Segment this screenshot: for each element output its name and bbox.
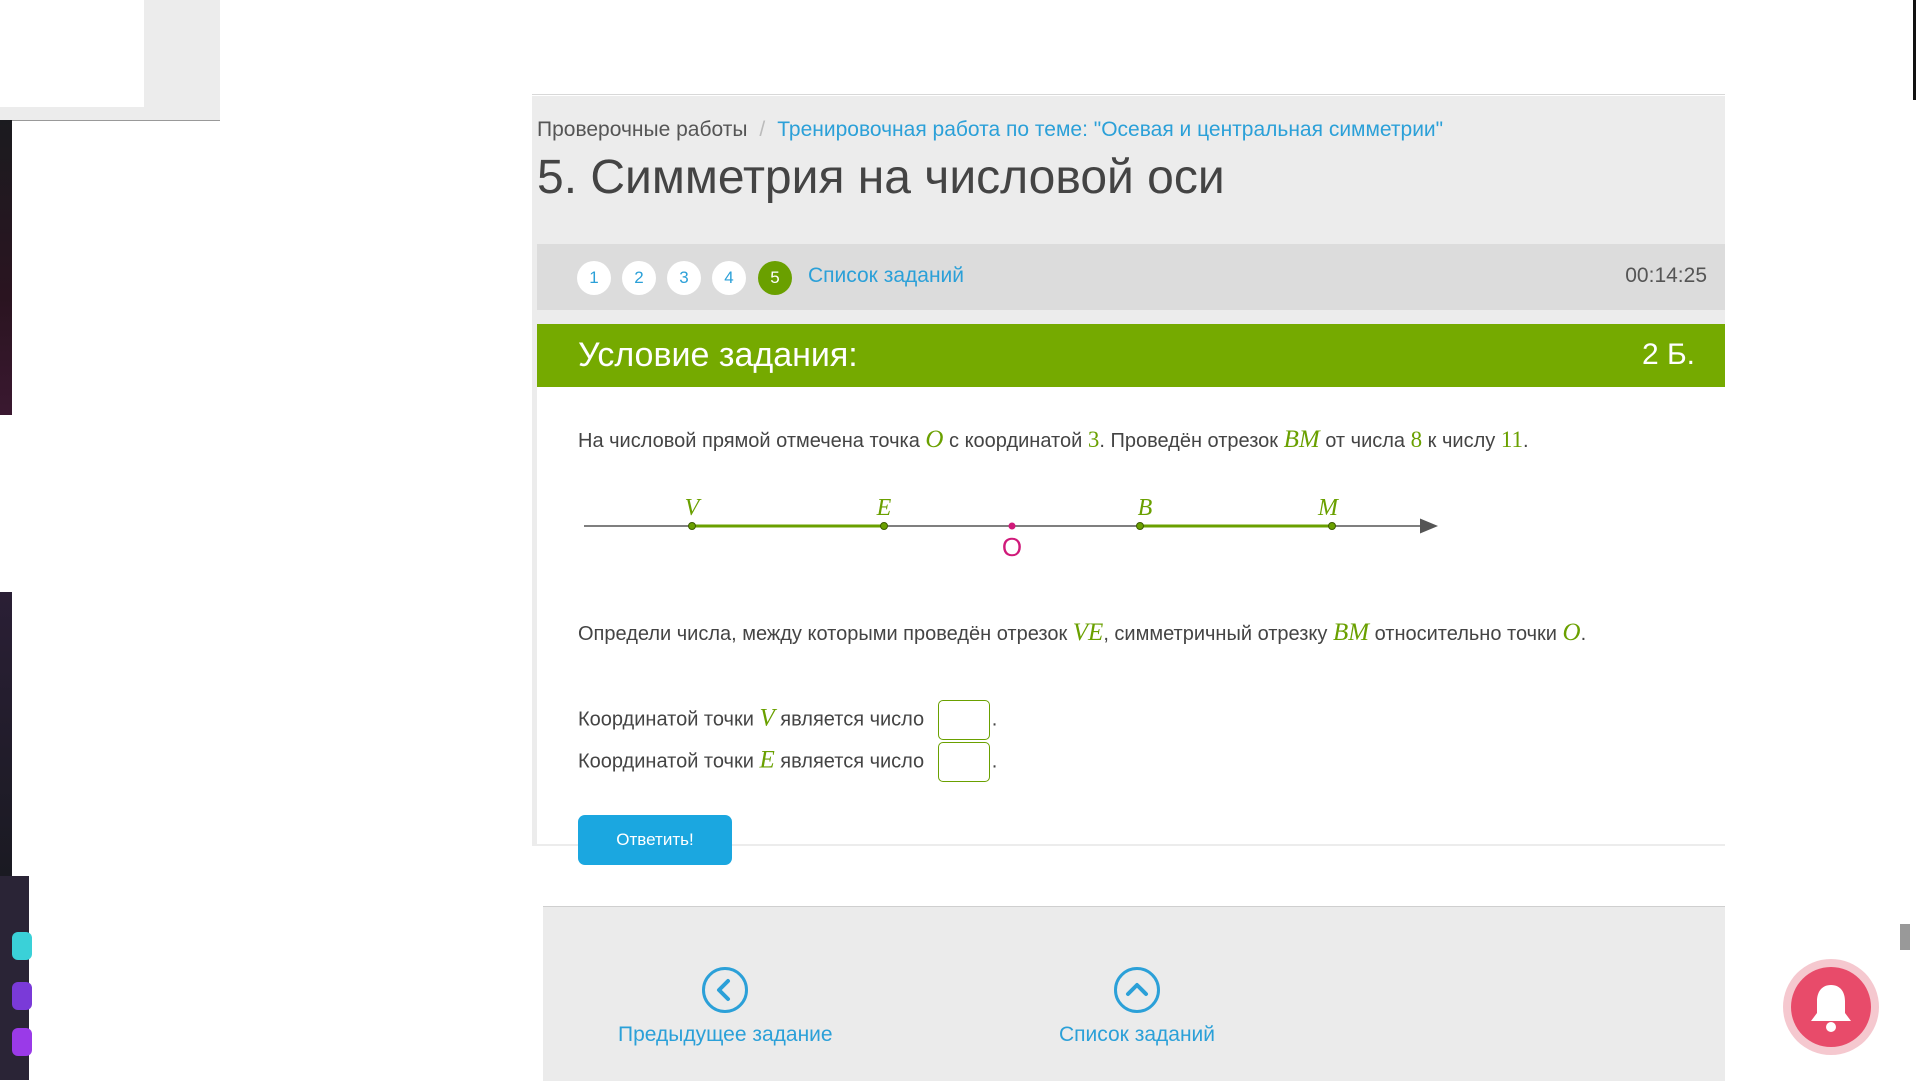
background-window bbox=[0, 0, 220, 121]
dock-app-icon[interactable] bbox=[12, 1028, 32, 1056]
label-b: B bbox=[1138, 495, 1153, 521]
task-number-1[interactable]: 1 bbox=[577, 261, 611, 295]
task-navigation: 1 2 3 4 5 Список заданий 00:14:25 bbox=[537, 244, 1725, 310]
math-number: 8 bbox=[1410, 427, 1423, 452]
number-line: V E B M O bbox=[584, 495, 1438, 562]
task-list-link[interactable]: Список заданий bbox=[808, 264, 964, 288]
question-text: относительно точки bbox=[1374, 623, 1557, 645]
background-window-pane bbox=[0, 0, 144, 107]
divider bbox=[532, 94, 1725, 95]
submit-answer-button[interactable]: Ответить! bbox=[578, 815, 732, 865]
question-text: Определи числа, между которыми проведён … bbox=[578, 623, 1068, 645]
problem-text: от числа bbox=[1325, 430, 1406, 452]
math-point-o: O bbox=[1562, 619, 1581, 646]
math-point-e: E bbox=[759, 746, 775, 774]
point-m bbox=[1328, 522, 1336, 530]
question-text: , симметричный отрезку bbox=[1103, 623, 1328, 645]
previous-task-label: Предыдущее задание bbox=[618, 1023, 833, 1046]
answer-label: Координатой точки bbox=[578, 708, 754, 731]
task-list-footer-link[interactable]: Список заданий bbox=[1059, 907, 1215, 1047]
math-point-v: V bbox=[759, 704, 775, 732]
label-m: M bbox=[1317, 495, 1340, 521]
point-e bbox=[880, 522, 888, 530]
question-statement: Определи числа, между которыми проведён … bbox=[578, 619, 1586, 647]
page-title: 5. Симметрия на числовой оси bbox=[537, 151, 1225, 204]
point-o bbox=[1008, 522, 1016, 530]
task-condition-heading: Условие задания: bbox=[578, 336, 858, 374]
math-number: 3 bbox=[1087, 427, 1100, 452]
scrollbar-thumb[interactable] bbox=[1900, 924, 1910, 950]
answer-row-v: Координатой точки V является число . bbox=[578, 700, 997, 740]
dock-app-icon[interactable] bbox=[12, 932, 32, 960]
problem-text: . Проведён отрезок bbox=[1099, 430, 1279, 452]
footer-navigation: Предыдущее задание Список заданий bbox=[543, 906, 1725, 1081]
answer-label: Координатой точки bbox=[578, 750, 754, 773]
answer-input-e[interactable] bbox=[937, 742, 990, 782]
point-v bbox=[688, 522, 696, 530]
problem-text: с координатой bbox=[949, 430, 1083, 452]
breadcrumb-current[interactable]: Тренировочная работа по теме: "Осевая и … bbox=[777, 118, 1443, 141]
answer-period: . bbox=[991, 708, 998, 731]
math-number: 11 bbox=[1500, 427, 1523, 452]
window-edge bbox=[1913, 0, 1916, 100]
desktop-wallpaper bbox=[0, 592, 12, 877]
chevron-up-icon bbox=[1114, 967, 1160, 1013]
answer-label: является число bbox=[780, 750, 925, 773]
answer-label: является число bbox=[780, 708, 925, 731]
dock bbox=[0, 876, 32, 1080]
previous-task-link[interactable]: Предыдущее задание bbox=[618, 907, 833, 1047]
answer-input-v[interactable] bbox=[937, 700, 990, 740]
task-card: Условие задания: 2 Б. На числовой прямой… bbox=[537, 324, 1725, 865]
task-number-2[interactable]: 2 bbox=[622, 261, 656, 295]
notification-button[interactable] bbox=[1783, 959, 1879, 1055]
label-e: E bbox=[876, 495, 892, 521]
bell-icon bbox=[1791, 967, 1871, 1047]
task-number-4[interactable]: 4 bbox=[712, 261, 746, 295]
task-number-3[interactable]: 3 bbox=[667, 261, 701, 295]
task-card-header: Условие задания: 2 Б. bbox=[537, 324, 1725, 387]
math-segment-bm: BM bbox=[1283, 426, 1320, 453]
task-number-5-active[interactable]: 5 bbox=[758, 261, 792, 295]
math-segment-bm: BM bbox=[1332, 619, 1370, 646]
task-points: 2 Б. bbox=[1641, 338, 1695, 371]
timer: 00:14:25 bbox=[1625, 264, 1707, 287]
problem-text: . bbox=[1522, 430, 1529, 452]
desktop-wallpaper bbox=[0, 120, 12, 415]
dock-app-icon[interactable] bbox=[12, 982, 32, 1010]
problem-text: На числовой прямой отмечена точка bbox=[578, 430, 920, 452]
chevron-left-icon bbox=[702, 967, 749, 1013]
question-text: . bbox=[1580, 623, 1587, 645]
problem-statement: На числовой прямой отмечена точка O с ко… bbox=[578, 426, 1529, 454]
math-point-o: O bbox=[925, 426, 944, 453]
answer-row-e: Координатой точки E является число . bbox=[578, 742, 997, 782]
point-b bbox=[1136, 522, 1144, 530]
breadcrumb-root[interactable]: Проверочные работы bbox=[537, 118, 747, 141]
breadcrumb-separator: / bbox=[759, 118, 766, 141]
label-o: O bbox=[1002, 532, 1022, 562]
problem-text: к числу bbox=[1427, 430, 1496, 452]
breadcrumb: Проверочные работы / Тренировочная работа … bbox=[537, 118, 1443, 142]
answer-period: . bbox=[991, 750, 998, 773]
math-segment-ve: VE bbox=[1072, 619, 1104, 646]
task-list-footer-label: Список заданий bbox=[1059, 1023, 1216, 1046]
label-v: V bbox=[685, 495, 702, 521]
